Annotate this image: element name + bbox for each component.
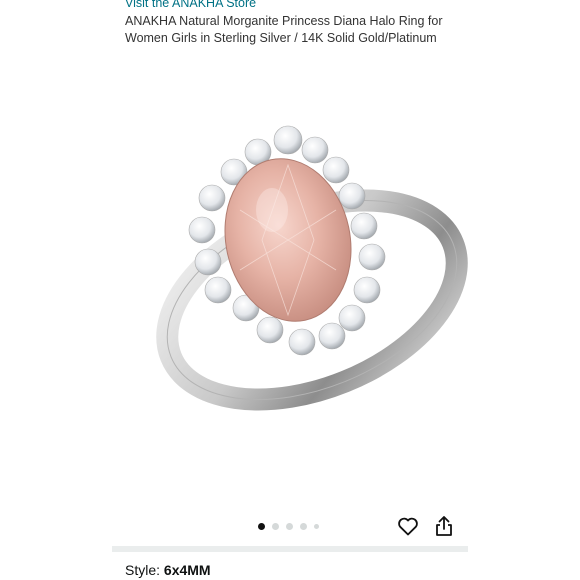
image-controls xyxy=(112,500,468,546)
gallery-dot-1[interactable] xyxy=(258,522,265,530)
style-label: Style: xyxy=(125,562,161,578)
right-margin xyxy=(468,0,580,580)
gallery-dot-3[interactable] xyxy=(286,522,293,530)
store-link[interactable]: Visit the ANAKHA Store xyxy=(125,0,256,10)
gallery-dots xyxy=(258,522,319,530)
share-icon[interactable] xyxy=(432,514,456,538)
product-image[interactable] xyxy=(112,50,468,500)
gallery-dot-5[interactable] xyxy=(314,523,319,529)
heart-icon[interactable] xyxy=(396,514,420,538)
ring-image xyxy=(156,125,468,411)
product-title: ANAKHA Natural Morganite Princess Diana … xyxy=(125,14,443,45)
section-divider xyxy=(112,546,468,552)
gallery-dot-2[interactable] xyxy=(272,522,279,530)
product-panel: Visit the ANAKHA Store ANAKHA Natural Mo… xyxy=(112,0,468,580)
style-selector[interactable]: Style: 6x4MM xyxy=(125,562,211,578)
style-value: 6x4MM xyxy=(163,562,211,578)
gallery-dot-4[interactable] xyxy=(300,522,307,530)
left-margin xyxy=(0,0,112,580)
